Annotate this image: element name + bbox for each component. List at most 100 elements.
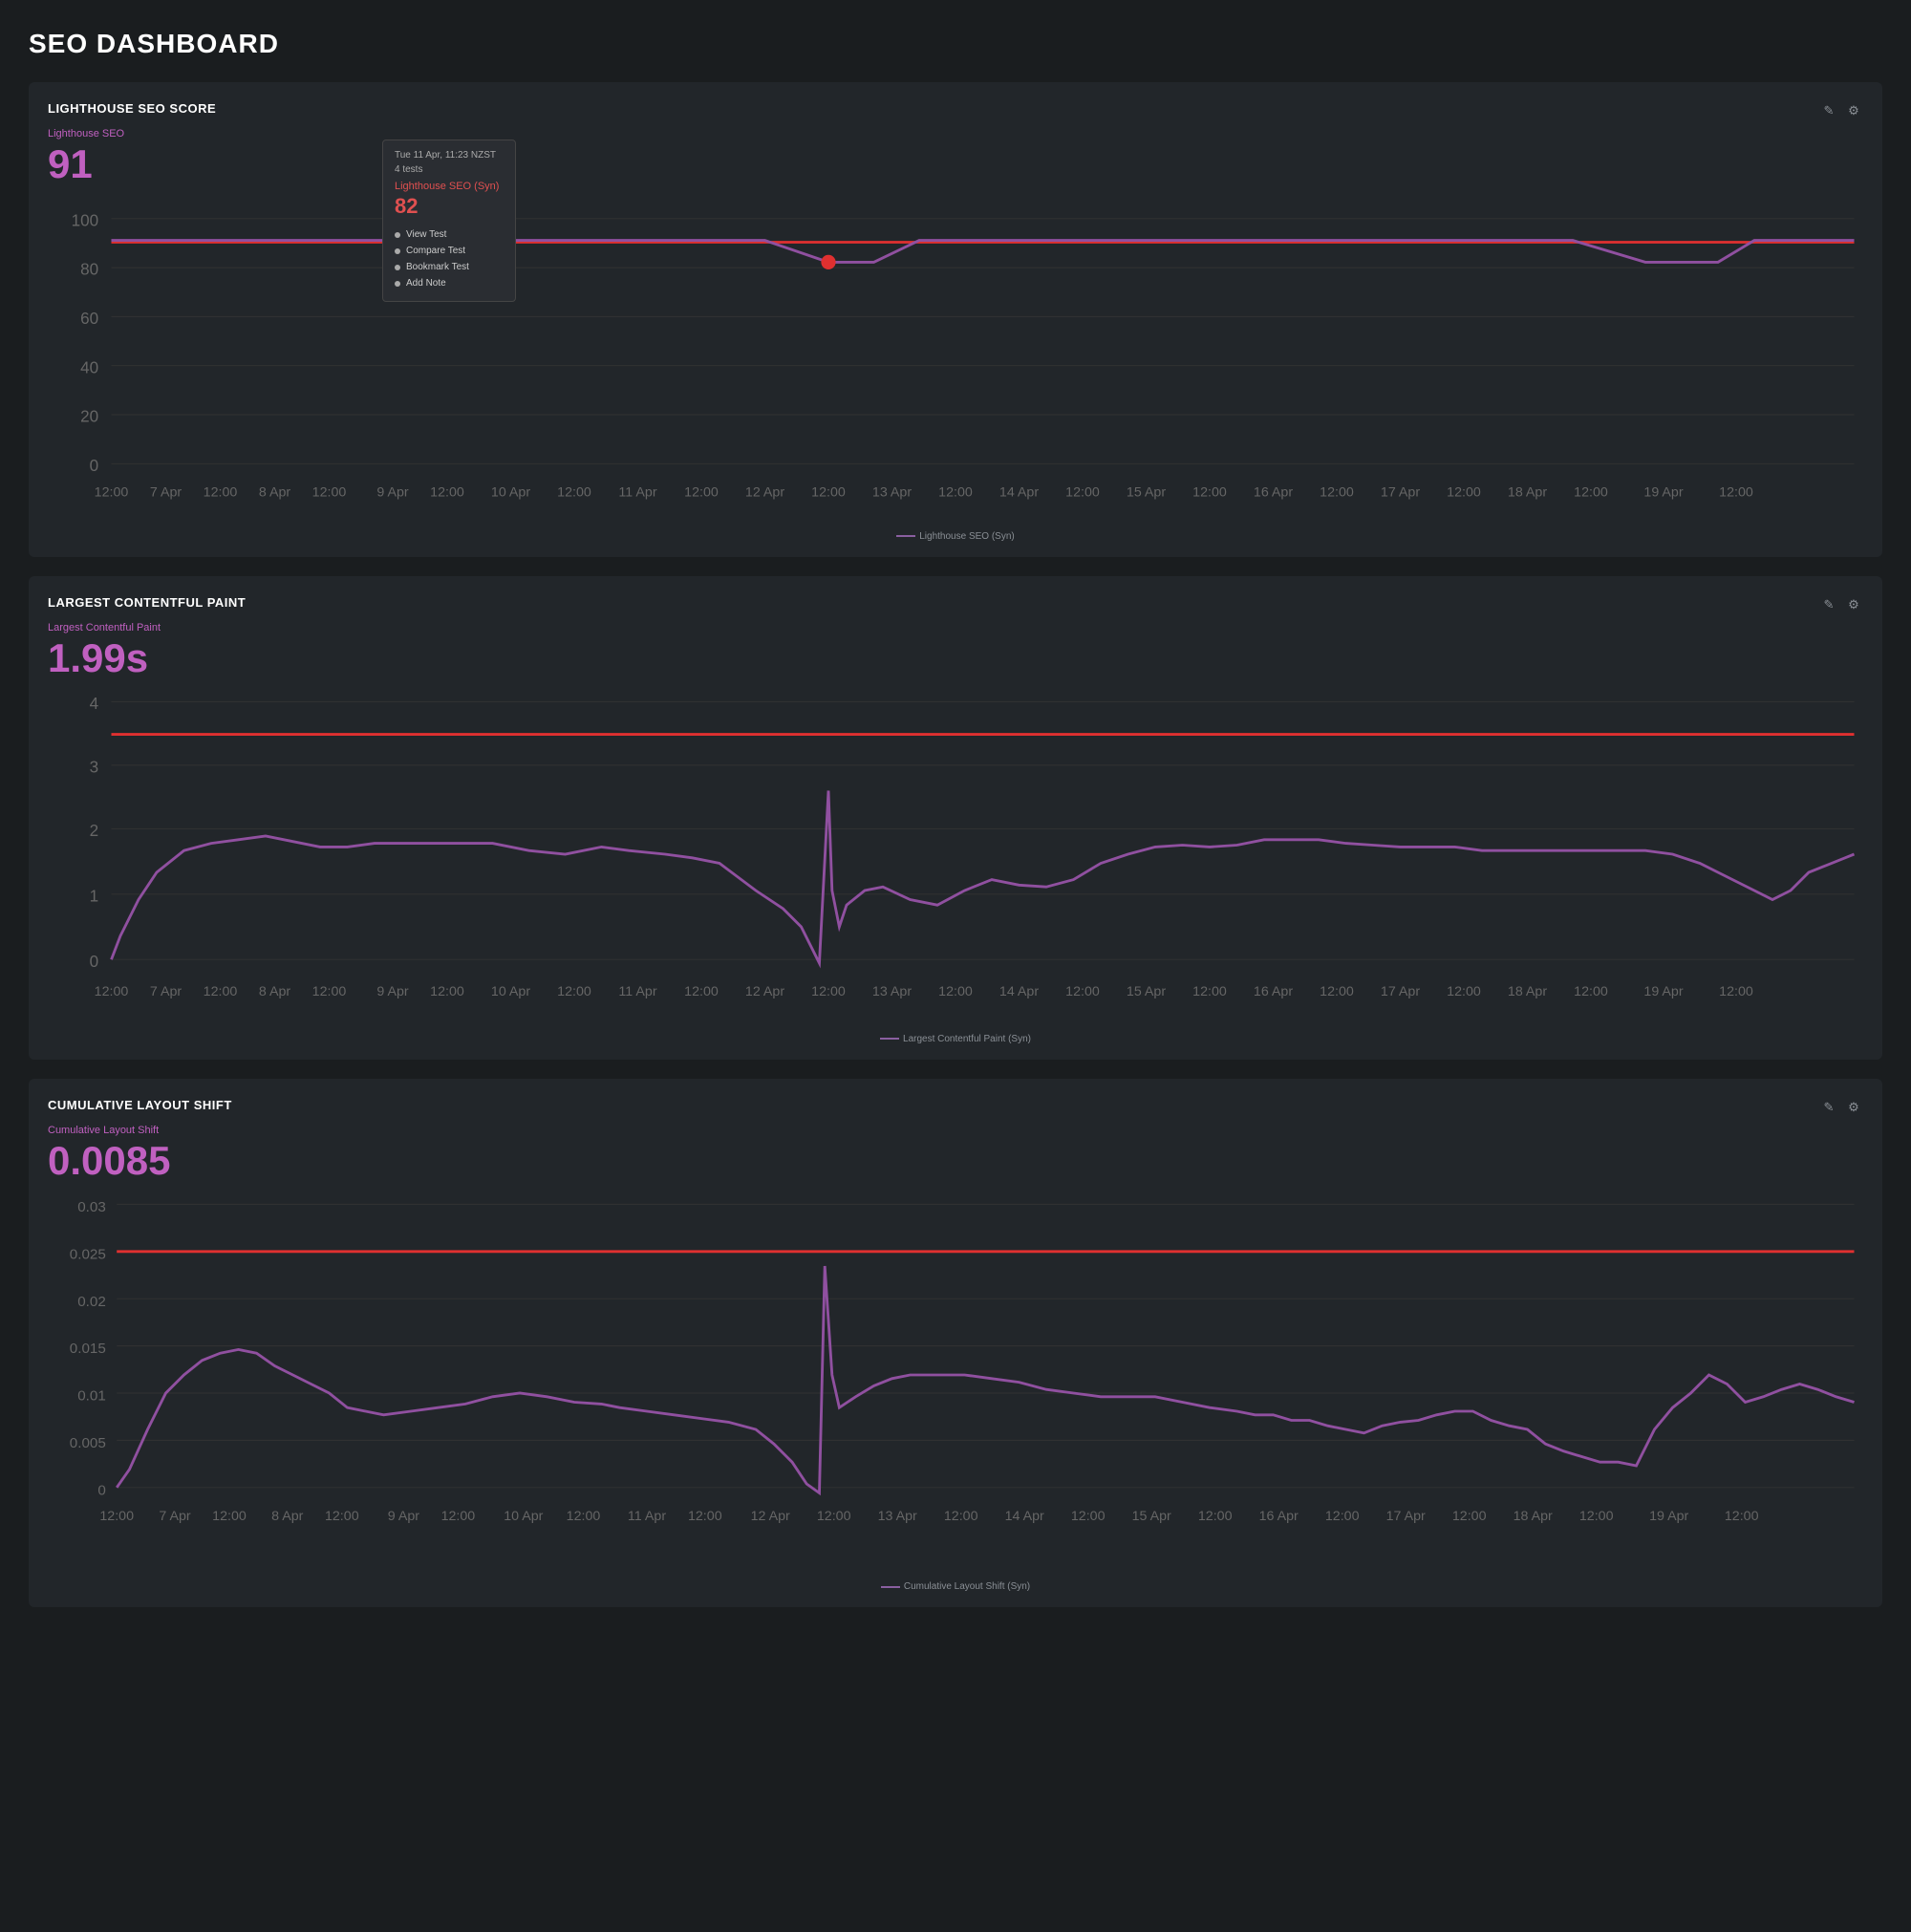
svg-text:12:00: 12:00 <box>567 1509 601 1524</box>
lighthouse-tooltip: Tue 11 Apr, 11:23 NZST 4 tests Lighthous… <box>382 140 516 302</box>
svg-text:0.015: 0.015 <box>70 1341 106 1357</box>
svg-text:12 Apr: 12 Apr <box>751 1509 790 1524</box>
svg-text:12:00: 12:00 <box>1447 485 1481 501</box>
tooltip-add-note[interactable]: Add Note <box>395 275 504 291</box>
tooltip-view-test[interactable]: View Test <box>395 226 504 243</box>
lcp-legend-label: Largest Contentful Paint (Syn) <box>903 1034 1031 1044</box>
svg-text:12:00: 12:00 <box>1574 485 1608 501</box>
svg-text:16 Apr: 16 Apr <box>1254 984 1293 999</box>
svg-text:0.025: 0.025 <box>70 1246 106 1262</box>
svg-text:0.005: 0.005 <box>70 1435 106 1451</box>
svg-text:15 Apr: 15 Apr <box>1127 485 1166 501</box>
svg-text:13 Apr: 13 Apr <box>872 485 912 501</box>
tooltip-note-dot <box>395 281 400 287</box>
lighthouse-legend-line <box>896 535 915 537</box>
svg-text:12:00: 12:00 <box>1198 1509 1233 1524</box>
svg-text:12:00: 12:00 <box>1447 984 1481 999</box>
lcp-settings-icon[interactable]: ⚙ <box>1844 595 1863 614</box>
svg-text:15 Apr: 15 Apr <box>1132 1509 1171 1524</box>
svg-text:14 Apr: 14 Apr <box>1005 1509 1044 1524</box>
svg-text:18 Apr: 18 Apr <box>1514 1509 1553 1524</box>
tooltip-bookmark-test[interactable]: Bookmark Test <box>395 259 504 275</box>
svg-text:12:00: 12:00 <box>1065 984 1100 999</box>
svg-text:12:00: 12:00 <box>811 485 846 501</box>
lcp-legend-line <box>880 1038 899 1040</box>
svg-text:12:00: 12:00 <box>1071 1509 1106 1524</box>
svg-text:12:00: 12:00 <box>325 1509 359 1524</box>
svg-text:7 Apr: 7 Apr <box>159 1509 191 1524</box>
svg-text:12:00: 12:00 <box>95 485 129 501</box>
lighthouse-title: LIGHTHOUSE SEO SCORE <box>48 101 216 116</box>
lighthouse-chart-svg: 100 80 60 40 20 0 12:00 7 Apr 12:00 <box>48 197 1863 524</box>
svg-text:4: 4 <box>90 695 99 713</box>
svg-text:12:00: 12:00 <box>1192 984 1227 999</box>
tooltip-compare-dot <box>395 248 400 254</box>
svg-text:1: 1 <box>90 887 99 905</box>
svg-text:12:00: 12:00 <box>430 485 464 501</box>
svg-text:12:00: 12:00 <box>1574 984 1608 999</box>
tooltip-compare-test[interactable]: Compare Test <box>395 243 504 259</box>
svg-text:12:00: 12:00 <box>1579 1509 1614 1524</box>
lighthouse-header: LIGHTHOUSE SEO SCORE ✎ ⚙ <box>48 101 1863 120</box>
lighthouse-legend: Lighthouse SEO (Syn) <box>48 529 1863 542</box>
svg-text:16 Apr: 16 Apr <box>1254 485 1293 501</box>
tooltip-metric-name: Lighthouse SEO (Syn) <box>395 181 504 192</box>
tooltip-view-dot <box>395 232 400 238</box>
svg-text:12:00: 12:00 <box>817 1509 851 1524</box>
lighthouse-legend-label: Lighthouse SEO (Syn) <box>919 531 1015 542</box>
tooltip-tests: 4 tests <box>395 164 504 175</box>
svg-text:12:00: 12:00 <box>688 1509 722 1524</box>
svg-text:80: 80 <box>80 261 98 279</box>
svg-text:12:00: 12:00 <box>938 485 973 501</box>
svg-text:11 Apr: 11 Apr <box>628 1509 666 1524</box>
svg-text:60: 60 <box>80 310 98 328</box>
svg-text:10 Apr: 10 Apr <box>491 984 530 999</box>
svg-text:40: 40 <box>80 358 98 376</box>
svg-text:0.01: 0.01 <box>77 1387 106 1404</box>
svg-text:14 Apr: 14 Apr <box>999 984 1039 999</box>
svg-text:12:00: 12:00 <box>944 1509 978 1524</box>
cls-header: CUMULATIVE LAYOUT SHIFT ✎ ⚙ <box>48 1098 1863 1117</box>
lcp-title: LARGEST CONTENTFUL PAINT <box>48 595 246 610</box>
cls-legend: Cumulative Layout Shift (Syn) <box>48 1580 1863 1593</box>
cls-edit-icon[interactable]: ✎ <box>1819 1098 1838 1117</box>
svg-text:12:00: 12:00 <box>1719 485 1753 501</box>
lcp-edit-icon[interactable]: ✎ <box>1819 595 1838 614</box>
svg-text:12:00: 12:00 <box>1320 984 1354 999</box>
svg-text:12 Apr: 12 Apr <box>745 485 784 501</box>
svg-text:12:00: 12:00 <box>312 485 347 501</box>
svg-text:7 Apr: 7 Apr <box>150 984 183 999</box>
svg-text:11 Apr: 11 Apr <box>618 984 656 999</box>
lighthouse-metric-value: 91 <box>48 141 1863 187</box>
svg-text:12:00: 12:00 <box>441 1509 476 1524</box>
lighthouse-edit-icon[interactable]: ✎ <box>1819 101 1838 120</box>
svg-text:9 Apr: 9 Apr <box>376 485 409 501</box>
cls-settings-icon[interactable]: ⚙ <box>1844 1098 1863 1117</box>
svg-text:13 Apr: 13 Apr <box>878 1509 917 1524</box>
cls-legend-label: Cumulative Layout Shift (Syn) <box>904 1581 1030 1592</box>
lighthouse-panel: LIGHTHOUSE SEO SCORE ✎ ⚙ Lighthouse SEO … <box>29 82 1882 557</box>
lcp-legend: Largest Contentful Paint (Syn) <box>48 1032 1863 1044</box>
svg-text:0: 0 <box>90 457 99 475</box>
svg-text:12:00: 12:00 <box>1452 1509 1487 1524</box>
svg-text:12:00: 12:00 <box>95 984 129 999</box>
lcp-metric-label: Largest Contentful Paint <box>48 622 1863 633</box>
svg-text:20: 20 <box>80 408 98 426</box>
svg-text:15 Apr: 15 Apr <box>1127 984 1166 999</box>
svg-text:100: 100 <box>72 211 99 229</box>
svg-text:12:00: 12:00 <box>684 485 719 501</box>
svg-text:12:00: 12:00 <box>557 984 591 999</box>
svg-text:8 Apr: 8 Apr <box>259 984 291 999</box>
svg-text:19 Apr: 19 Apr <box>1643 984 1683 999</box>
svg-text:8 Apr: 8 Apr <box>259 485 291 501</box>
svg-text:12:00: 12:00 <box>1320 485 1354 501</box>
svg-text:12:00: 12:00 <box>1325 1509 1360 1524</box>
page-title: SEO DASHBOARD <box>29 29 1882 59</box>
svg-text:12:00: 12:00 <box>557 485 591 501</box>
svg-text:12:00: 12:00 <box>204 485 238 501</box>
lighthouse-settings-icon[interactable]: ⚙ <box>1844 101 1863 120</box>
svg-text:2: 2 <box>90 822 99 840</box>
lcp-panel-icons: ✎ ⚙ <box>1819 595 1863 614</box>
svg-text:19 Apr: 19 Apr <box>1643 485 1683 501</box>
svg-text:10 Apr: 10 Apr <box>504 1509 543 1524</box>
